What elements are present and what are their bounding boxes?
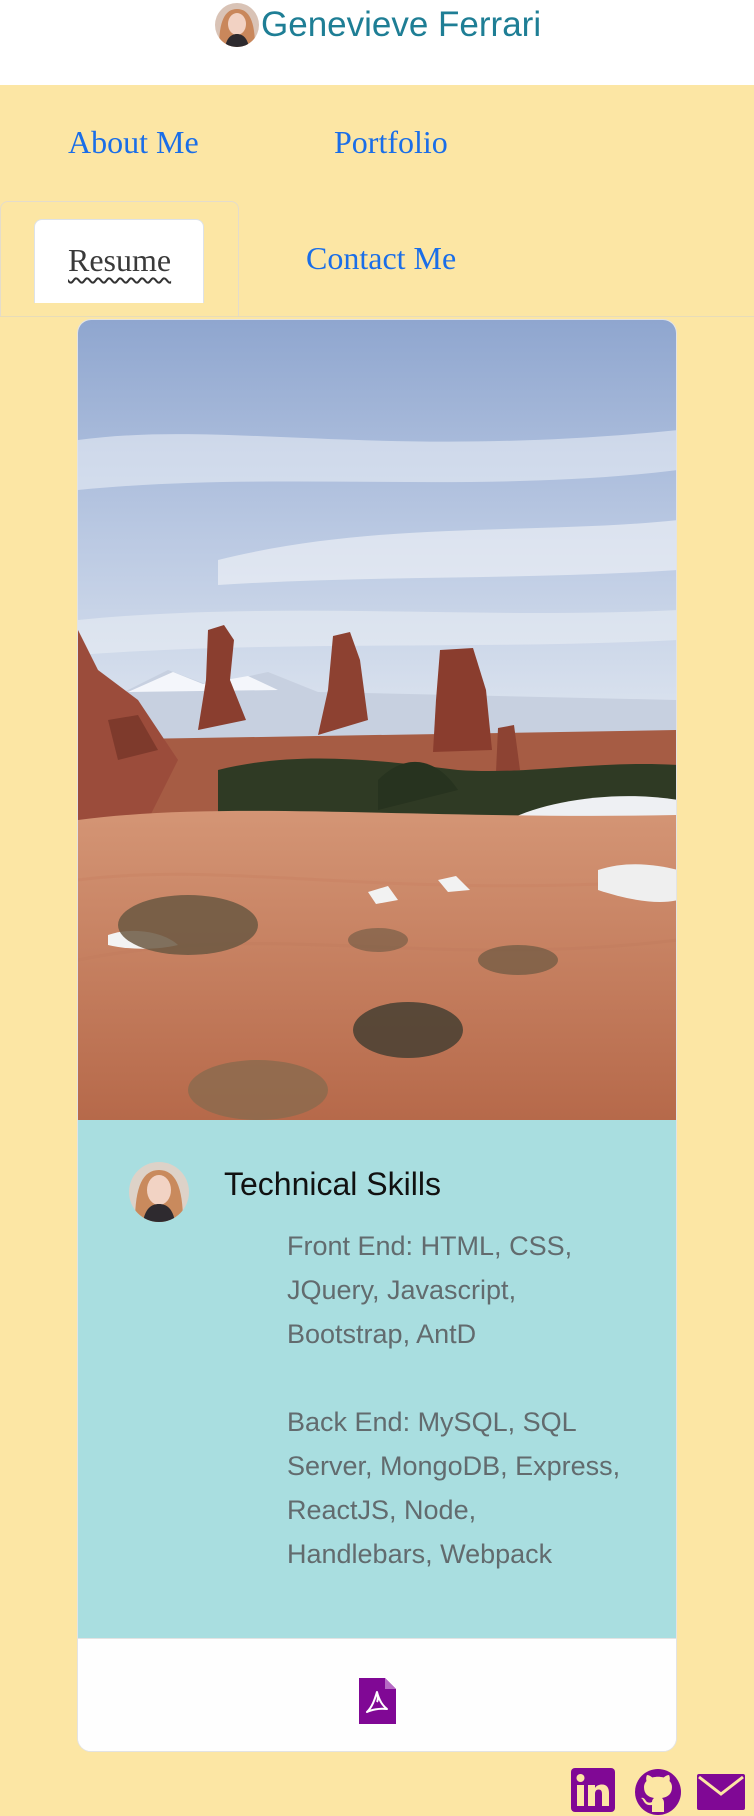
card-body: Technical Skills Front End: HTML, CSS, J… [78,1120,676,1638]
tab-contact-me[interactable]: Contact Me [306,240,456,277]
resume-card: Technical Skills Front End: HTML, CSS, J… [77,319,677,1752]
tab-row-border [0,316,754,317]
card-title: Technical Skills [224,1166,441,1202]
tab-resume[interactable]: Resume [34,219,204,303]
tab-portfolio[interactable]: Portfolio [334,124,448,161]
desert-landscape-photo [78,320,676,1120]
tab-resume-label: Resume [68,242,172,278]
back-end-skills: Back End: MySQL, SQL Server, MongoDB, Ex… [287,1407,621,1569]
card-footer [78,1638,676,1751]
site-header: Genevieve Ferrari [0,0,754,85]
avatar [129,1162,189,1222]
linkedin-icon[interactable] [571,1768,615,1816]
front-end-skills: Front End: HTML, CSS, JQuery, Javascript… [287,1231,573,1349]
mail-icon[interactable] [697,1768,745,1815]
site-title: Genevieve Ferrari [261,5,542,44]
brand[interactable]: Genevieve Ferrari [215,2,541,48]
tab-about-me[interactable]: About Me [68,124,199,161]
avatar [215,3,259,47]
github-icon[interactable] [634,1768,682,1816]
pdf-file-icon[interactable] [359,1678,396,1724]
